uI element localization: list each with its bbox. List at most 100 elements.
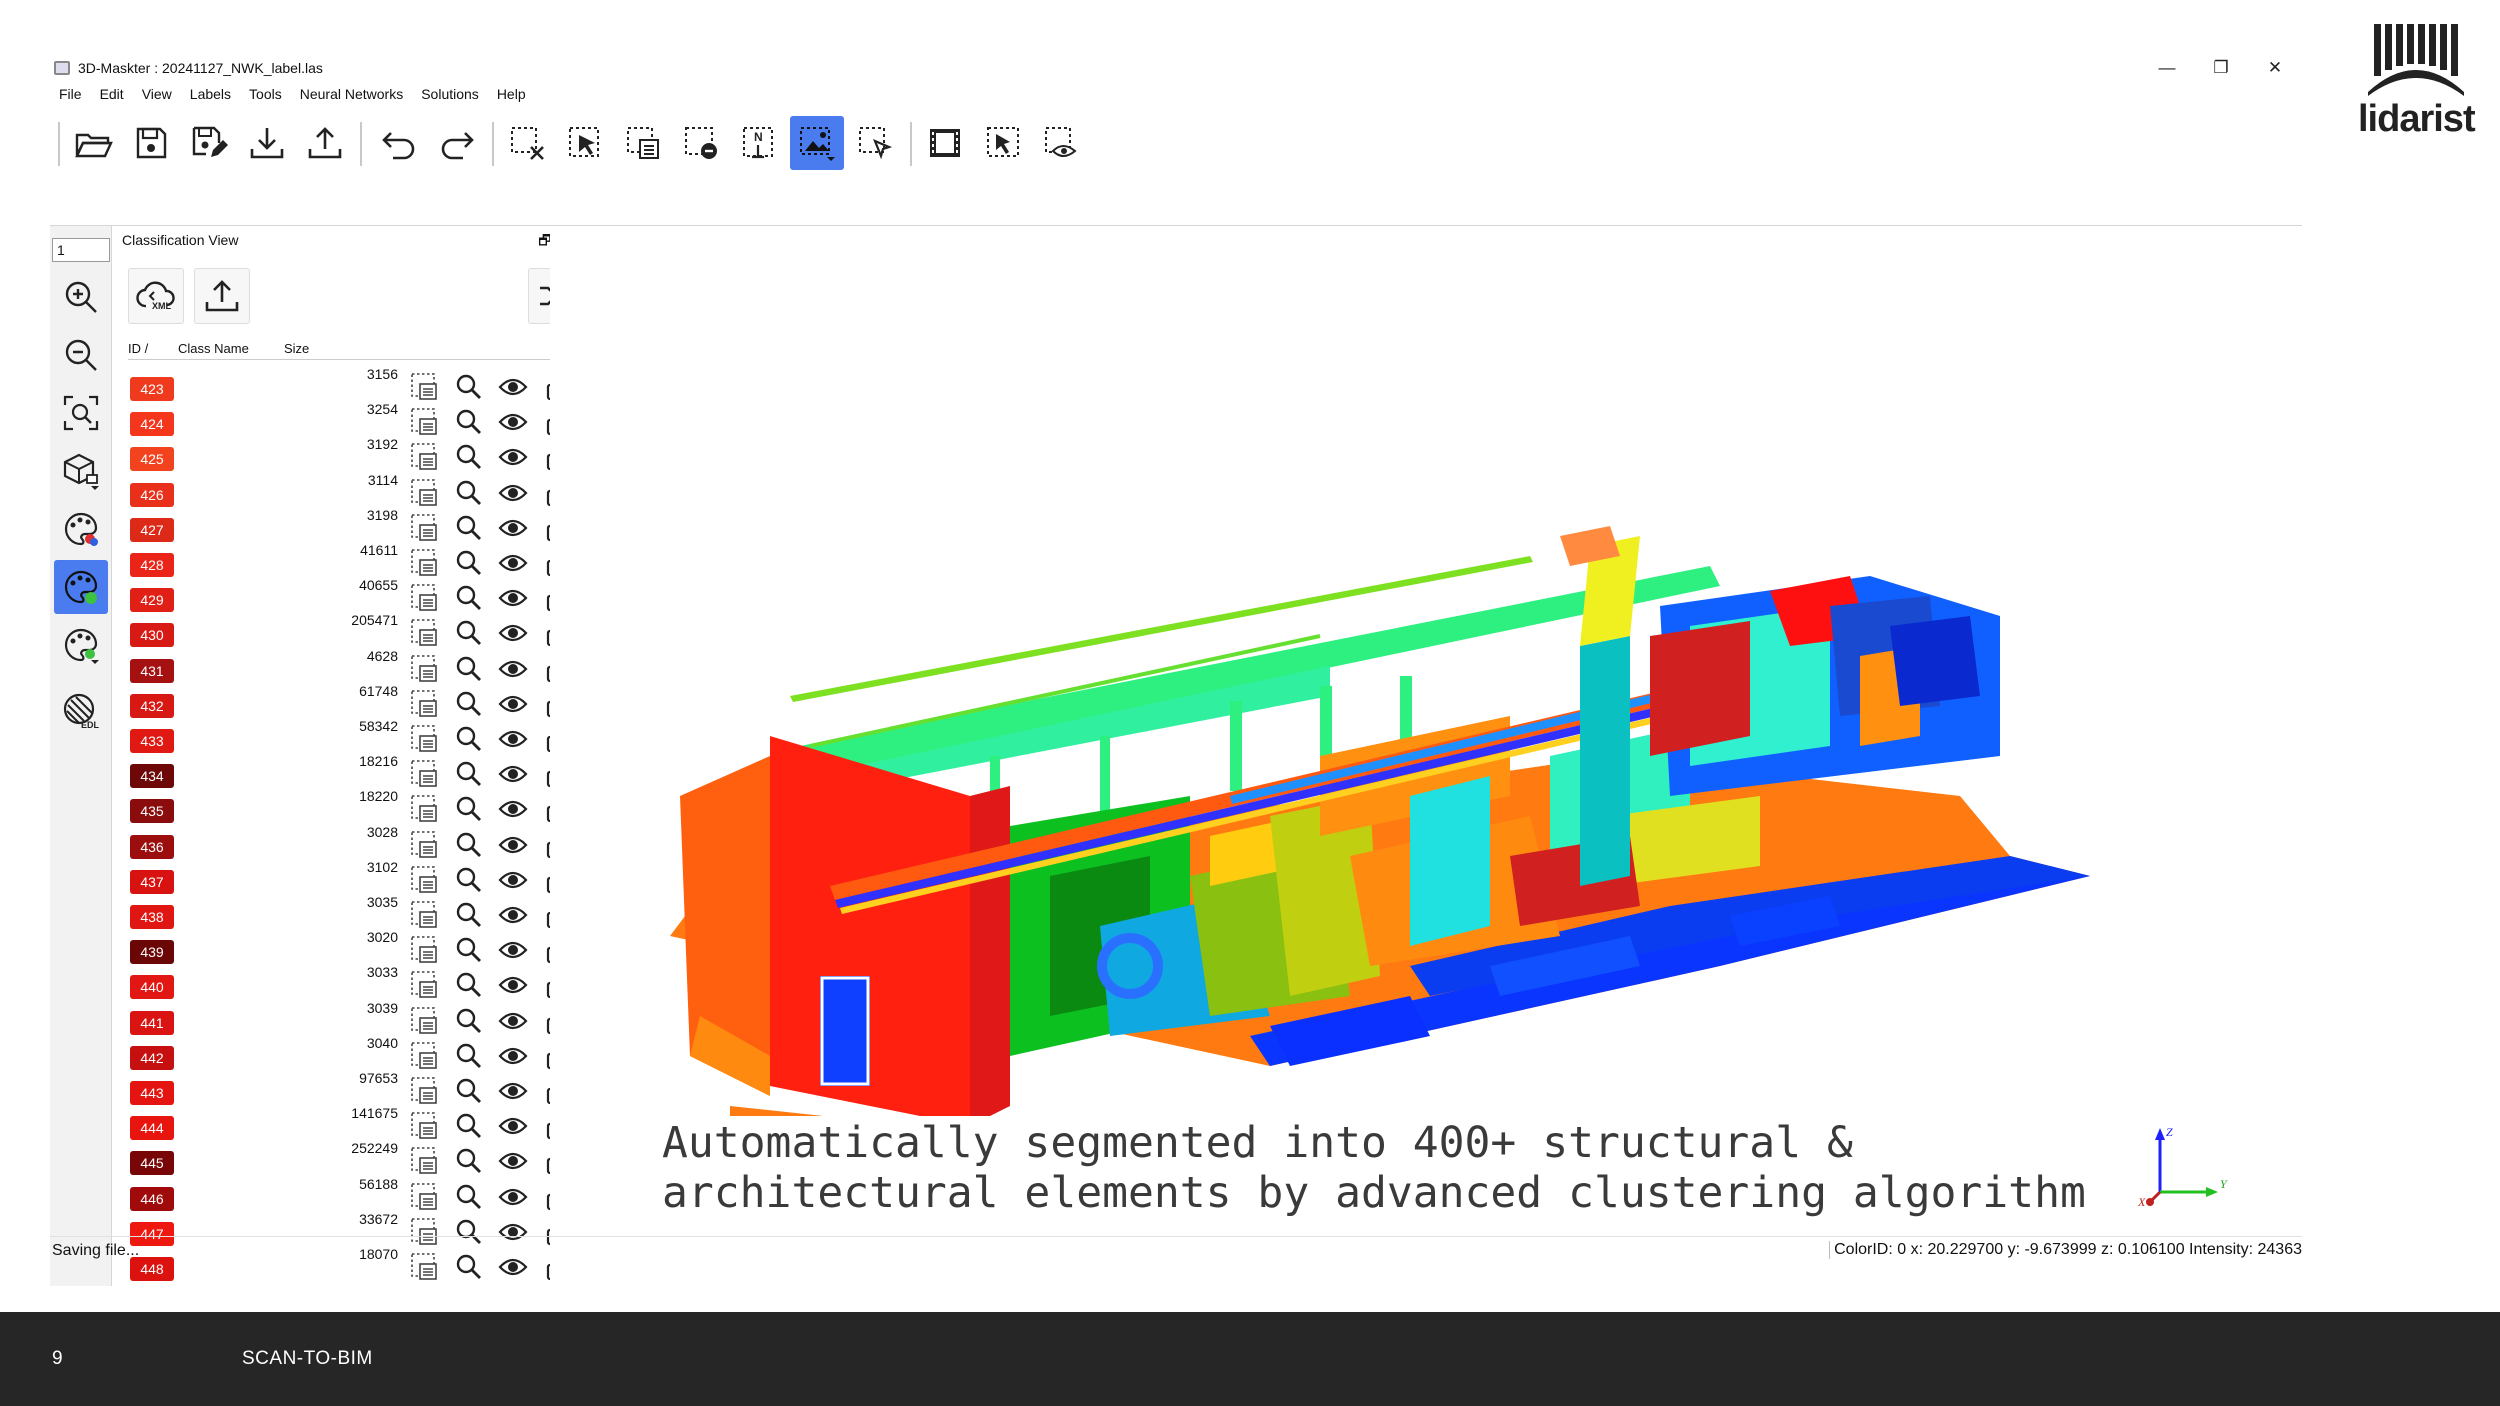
eye-icon[interactable] xyxy=(498,724,528,754)
export-button[interactable] xyxy=(298,116,352,170)
table-row[interactable]: 434 18216 xyxy=(114,753,584,789)
search-icon[interactable] xyxy=(454,1041,484,1071)
export-xml-button[interactable]: XML xyxy=(128,268,184,324)
class-id-badge[interactable]: 428 xyxy=(130,553,174,577)
select-class-icon[interactable] xyxy=(410,1076,440,1106)
search-icon[interactable] xyxy=(454,513,484,543)
search-icon[interactable] xyxy=(454,1006,484,1036)
column-size[interactable]: Size xyxy=(284,338,364,359)
eye-icon[interactable] xyxy=(498,1111,528,1141)
zoom-fit-button[interactable] xyxy=(54,386,108,440)
table-row[interactable]: 441 3039 xyxy=(114,1000,584,1035)
table-row[interactable]: 430 205471 xyxy=(114,612,584,648)
select-class-icon[interactable] xyxy=(410,583,440,613)
menu-help[interactable]: Help xyxy=(488,82,535,106)
cursor-select-button[interactable] xyxy=(848,116,902,170)
zoom-out-button[interactable] xyxy=(54,328,108,382)
menu-labels[interactable]: Labels xyxy=(181,82,240,106)
search-icon[interactable] xyxy=(454,1076,484,1106)
class-id-badge[interactable]: 444 xyxy=(130,1116,174,1141)
eye-icon[interactable] xyxy=(498,689,528,719)
redo-button[interactable] xyxy=(430,116,484,170)
eye-icon[interactable] xyxy=(498,1182,528,1212)
segment-button[interactable] xyxy=(976,116,1030,170)
eye-icon[interactable] xyxy=(498,830,528,860)
search-icon[interactable] xyxy=(454,689,484,719)
class-id-badge[interactable]: 438 xyxy=(130,905,174,929)
select-class-icon[interactable] xyxy=(410,935,440,965)
search-icon[interactable] xyxy=(454,900,484,930)
table-row[interactable]: 429 40655 xyxy=(114,577,584,613)
eye-icon[interactable] xyxy=(498,654,528,684)
search-icon[interactable] xyxy=(454,830,484,860)
select-points-button[interactable] xyxy=(558,116,612,170)
class-id-badge[interactable]: 425 xyxy=(130,447,174,472)
select-class-icon[interactable] xyxy=(410,442,440,472)
search-icon[interactable] xyxy=(454,618,484,648)
minimize-button[interactable]: — xyxy=(2140,54,2194,82)
eye-icon[interactable] xyxy=(498,1146,528,1176)
search-icon[interactable] xyxy=(454,935,484,965)
table-row[interactable]: 443 97653 xyxy=(114,1070,584,1105)
class-id-badge[interactable]: 445 xyxy=(130,1151,174,1176)
class-id-badge[interactable]: 441 xyxy=(130,1010,174,1035)
class-id-badge[interactable]: 426 xyxy=(130,482,174,507)
clear-selection-button[interactable] xyxy=(500,116,554,170)
class-id-badge[interactable]: 424 xyxy=(130,412,174,437)
eye-icon[interactable] xyxy=(498,794,528,824)
menu-tools[interactable]: Tools xyxy=(240,82,291,106)
class-id-badge[interactable]: 435 xyxy=(130,799,174,824)
search-icon[interactable] xyxy=(454,1182,484,1212)
menu-file[interactable]: File xyxy=(50,82,91,106)
select-class-icon[interactable] xyxy=(410,1111,440,1141)
menu-edit[interactable]: Edit xyxy=(91,82,133,106)
search-icon[interactable] xyxy=(454,724,484,754)
table-row[interactable]: 423 3156 xyxy=(114,366,584,401)
palette-intensity-button[interactable] xyxy=(54,618,108,672)
table-row[interactable]: 436 3028 xyxy=(114,824,584,859)
film-button[interactable] xyxy=(918,116,972,170)
open-folder-button[interactable] xyxy=(66,116,120,170)
table-row[interactable]: 427 3198 xyxy=(114,507,584,542)
class-id-badge[interactable]: 443 xyxy=(130,1081,174,1105)
table-row[interactable]: 439 3020 xyxy=(114,929,584,965)
menu-solutions[interactable]: Solutions xyxy=(412,82,488,106)
table-row[interactable]: 433 58342 xyxy=(114,718,584,753)
normal-select-button[interactable]: N xyxy=(732,116,786,170)
eye-icon[interactable] xyxy=(498,1006,528,1036)
search-icon[interactable] xyxy=(454,794,484,824)
select-class-icon[interactable] xyxy=(410,478,440,508)
class-id-badge[interactable]: 436 xyxy=(130,834,174,859)
table-row[interactable]: 444 141675 xyxy=(114,1105,584,1141)
palette-color-button[interactable] xyxy=(54,502,108,556)
table-row[interactable]: 445 252249 xyxy=(114,1140,584,1176)
maximize-button[interactable]: ❐ xyxy=(2194,54,2248,82)
class-id-badge[interactable]: 434 xyxy=(130,764,174,789)
select-class-icon[interactable] xyxy=(410,1006,440,1036)
select-class-icon[interactable] xyxy=(410,548,440,578)
search-icon[interactable] xyxy=(454,372,484,402)
search-icon[interactable] xyxy=(454,970,484,1000)
select-class-icon[interactable] xyxy=(410,372,440,402)
search-icon[interactable] xyxy=(454,1146,484,1176)
table-row[interactable]: 431 4628 xyxy=(114,648,584,683)
select-class-icon[interactable] xyxy=(410,900,440,930)
eye-icon[interactable] xyxy=(498,442,528,472)
search-icon[interactable] xyxy=(454,583,484,613)
class-id-badge[interactable]: 439 xyxy=(130,940,174,965)
select-class-icon[interactable] xyxy=(410,794,440,824)
box-view-button[interactable] xyxy=(54,444,108,498)
select-list-button[interactable] xyxy=(616,116,670,170)
3d-viewport[interactable]: Automatically segmented into 400+ struct… xyxy=(550,226,2302,1286)
close-button[interactable]: ✕ xyxy=(2248,54,2302,82)
eye-icon[interactable] xyxy=(498,478,528,508)
select-class-icon[interactable] xyxy=(410,865,440,895)
table-row[interactable]: 428 41611 xyxy=(114,542,584,577)
undo-button[interactable] xyxy=(372,116,426,170)
menu-neural-networks[interactable]: Neural Networks xyxy=(291,82,412,106)
class-id-badge[interactable]: 432 xyxy=(130,693,174,718)
save-button[interactable] xyxy=(124,116,178,170)
point-cloud-render[interactable] xyxy=(630,496,2230,1116)
table-row[interactable]: 438 3035 xyxy=(114,894,584,929)
table-row[interactable]: 426 3114 xyxy=(114,472,584,507)
